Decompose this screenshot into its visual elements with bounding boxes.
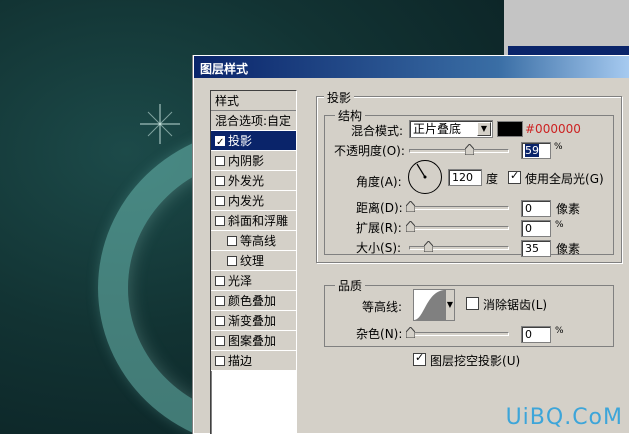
style-item-checkbox[interactable] xyxy=(215,356,225,366)
noise-input[interactable]: 0 xyxy=(521,326,551,343)
style-list: 样式 混合选项:自定 投影内阴影外发光内发光斜面和浮雕等高线纹理光泽颜色叠加渐变… xyxy=(210,90,297,434)
style-item[interactable]: 光泽 xyxy=(211,271,296,291)
style-item-label: 内发光 xyxy=(228,194,265,208)
global-light-checkbox[interactable] xyxy=(508,169,521,184)
style-item-label: 图案叠加 xyxy=(228,334,277,348)
style-item-checkbox[interactable] xyxy=(215,156,225,166)
dialog-title: 图层样式 xyxy=(200,62,249,76)
style-item-label: 渐变叠加 xyxy=(228,314,277,328)
blending-options-label: 混合选项:自定 xyxy=(215,114,292,128)
opacity-percent: % xyxy=(554,142,563,152)
style-item[interactable]: 渐变叠加 xyxy=(211,311,296,331)
style-item-label: 斜面和浮雕 xyxy=(228,214,289,228)
knockout-label: 图层挖空投影(U) xyxy=(430,354,521,368)
style-item[interactable]: 投影 xyxy=(211,131,296,153)
contour-dropdown[interactable]: ▼ xyxy=(445,289,455,321)
styles-label: 样式 xyxy=(215,94,240,108)
opacity-label: 不透明度(O): xyxy=(334,144,405,158)
antialias-checkbox[interactable] xyxy=(466,297,479,310)
style-item[interactable]: 外发光 xyxy=(211,171,296,191)
size-slider[interactable] xyxy=(409,241,509,252)
style-item[interactable]: 描边 xyxy=(211,351,296,371)
size-unit: 像素 xyxy=(556,242,581,256)
style-item-label: 光泽 xyxy=(228,274,253,288)
style-item-checkbox[interactable] xyxy=(215,196,225,206)
style-item[interactable]: 斜面和浮雕 xyxy=(211,211,296,231)
style-item[interactable]: 内阴影 xyxy=(211,151,296,171)
sparkle-graphic xyxy=(140,104,180,144)
spread-slider[interactable] xyxy=(406,221,509,232)
watermark-text: UiBQ.CoM xyxy=(505,405,623,430)
style-item-checkbox[interactable] xyxy=(215,296,225,306)
angle-input[interactable]: 120 xyxy=(448,169,482,186)
noise-percent: % xyxy=(555,326,564,336)
angle-dial[interactable] xyxy=(408,160,442,194)
style-item[interactable]: 纹理 xyxy=(211,251,296,271)
distance-slider-thumb[interactable] xyxy=(406,201,415,212)
antialias-label: 消除锯齿(L) xyxy=(483,298,548,312)
opacity-slider[interactable] xyxy=(409,144,509,155)
shadow-color-hex: #000000 xyxy=(525,122,581,136)
style-item-label: 等高线 xyxy=(240,234,277,248)
opacity-input[interactable]: 59 xyxy=(521,142,551,159)
spread-percent: % xyxy=(555,220,564,230)
style-item[interactable]: 等高线 xyxy=(211,231,296,251)
knockout-checkbox[interactable] xyxy=(413,351,426,366)
style-item-label: 投影 xyxy=(228,134,253,148)
shadow-color-swatch[interactable] xyxy=(497,121,523,137)
angle-label: 角度(A): xyxy=(356,175,402,189)
style-item-label: 外发光 xyxy=(228,174,265,188)
chevron-down-icon: ▼ xyxy=(446,300,454,309)
blend-mode-value: 正片叠底 xyxy=(413,122,462,136)
global-light-label: 使用全局光(G) xyxy=(525,172,604,186)
style-item-label: 纹理 xyxy=(240,254,265,268)
size-slider-thumb[interactable] xyxy=(424,241,433,252)
blend-mode-label: 混合模式: xyxy=(351,124,404,138)
drop-shadow-title: 投影 xyxy=(324,89,355,106)
size-label: 大小(S): xyxy=(356,241,402,255)
contour-preview[interactable] xyxy=(413,289,445,321)
dialog-titlebar[interactable]: 图层样式 xyxy=(194,56,629,78)
style-list-header[interactable]: 样式 xyxy=(211,91,296,111)
quality-title: 品质 xyxy=(335,277,366,294)
distance-unit: 像素 xyxy=(556,202,581,216)
distance-input[interactable]: 0 xyxy=(521,200,551,217)
blending-options-item[interactable]: 混合选项:自定 xyxy=(211,111,296,131)
blend-mode-select[interactable]: 正片叠底 ▼ xyxy=(409,120,493,138)
style-item[interactable]: 颜色叠加 xyxy=(211,291,296,311)
style-item-checkbox[interactable] xyxy=(215,276,225,286)
style-item-label: 描边 xyxy=(228,354,253,368)
distance-label: 距离(D): xyxy=(356,201,403,215)
distance-slider[interactable] xyxy=(406,201,509,212)
contour-label: 等高线: xyxy=(362,300,403,314)
chevron-down-icon: ▼ xyxy=(477,122,491,136)
style-item-checkbox[interactable] xyxy=(227,256,237,266)
style-item-checkbox[interactable] xyxy=(215,133,225,153)
style-item-label: 颜色叠加 xyxy=(228,294,277,308)
style-item-checkbox[interactable] xyxy=(215,316,225,326)
size-input[interactable]: 35 xyxy=(521,240,551,257)
angle-unit: 度 xyxy=(486,172,499,186)
style-item-checkbox[interactable] xyxy=(215,176,225,186)
noise-label: 杂色(N): xyxy=(356,327,403,341)
layer-style-dialog: 图层样式 样式 混合选项:自定 投影内阴影外发光内发光斜面和浮雕等高线纹理光泽颜… xyxy=(193,55,629,434)
style-item-checkbox[interactable] xyxy=(215,216,225,226)
style-item[interactable]: 图案叠加 xyxy=(211,331,296,351)
spread-label: 扩展(R): xyxy=(356,221,402,235)
style-item-label: 内阴影 xyxy=(228,154,265,168)
spread-input[interactable]: 0 xyxy=(521,220,551,237)
style-item-checkbox[interactable] xyxy=(227,236,237,246)
style-item[interactable]: 内发光 xyxy=(211,191,296,211)
style-item-checkbox[interactable] xyxy=(215,336,225,346)
spread-slider-thumb[interactable] xyxy=(406,221,415,232)
opacity-slider-thumb[interactable] xyxy=(464,144,474,155)
noise-slider[interactable] xyxy=(406,327,509,338)
noise-slider-thumb[interactable] xyxy=(406,327,415,338)
